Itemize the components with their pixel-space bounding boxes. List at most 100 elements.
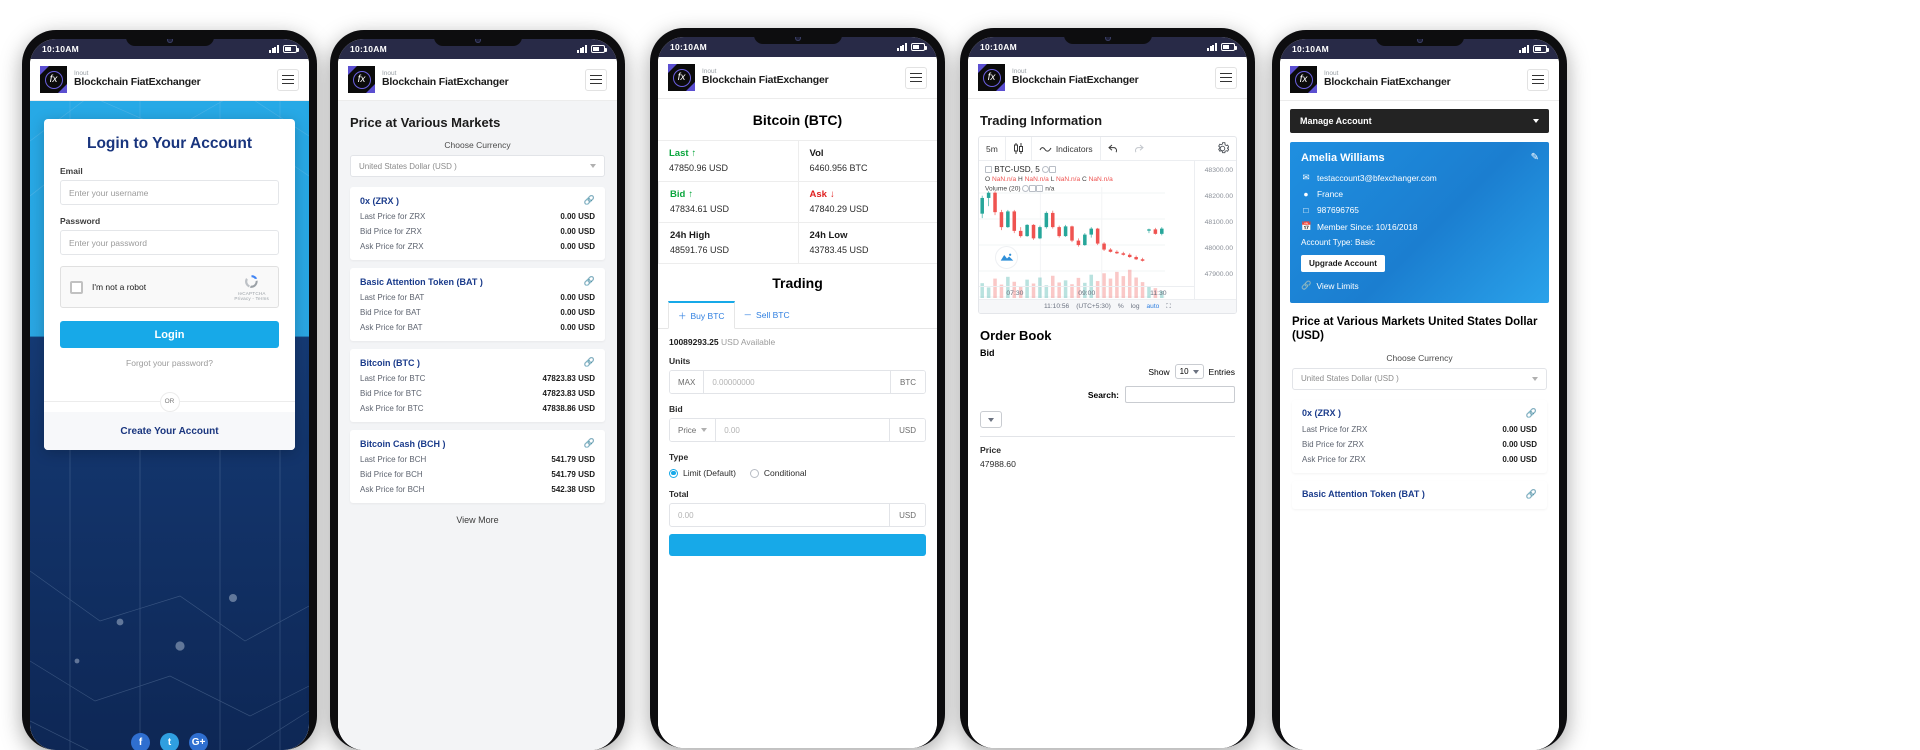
bid-input-group: Price 0.00 USD — [669, 418, 926, 442]
forgot-password-link[interactable]: Forgot your password? — [60, 358, 279, 368]
upgrade-account-button[interactable]: Upgrade Account — [1301, 255, 1385, 272]
market-card: 0x (ZRX ) 🔗 Last Price for ZRX 0.00 USD B… — [350, 187, 605, 260]
notch — [753, 37, 842, 44]
view-limits-link[interactable]: 🔗 View Limits — [1301, 280, 1538, 291]
y-tick: 47900.00 — [1204, 271, 1233, 278]
type-radio-group: Limit (Default) Conditional — [658, 466, 937, 486]
total-input[interactable]: 0.00 — [670, 504, 889, 526]
entries-count-select[interactable]: 10 — [1174, 364, 1204, 379]
hamburger-icon[interactable] — [585, 68, 607, 91]
close-icon[interactable] — [1036, 185, 1044, 192]
search-input[interactable] — [1125, 386, 1235, 403]
link-icon[interactable]: 🔗 — [584, 195, 595, 206]
status-bar: 10:10AM — [338, 39, 617, 59]
total-label: Total — [658, 486, 937, 503]
page-title: Price at Various Markets — [350, 115, 501, 130]
tab-buy-btc[interactable]: ＋ Buy BTC — [668, 301, 735, 329]
minus-icon: － — [743, 310, 753, 320]
eye-icon[interactable] — [1022, 185, 1030, 192]
redo-icon[interactable] — [1126, 137, 1151, 160]
google-plus-icon[interactable]: G+ — [189, 733, 208, 750]
market-row-label: Bid Price for BCH — [360, 470, 423, 479]
hamburger-icon[interactable] — [277, 68, 299, 91]
radio-conditional[interactable]: Conditional — [749, 468, 806, 478]
candlestick-icon[interactable] — [1006, 137, 1032, 160]
recaptcha-checkbox[interactable] — [70, 280, 83, 294]
bid-input[interactable]: 0.00 — [716, 419, 889, 441]
link-icon[interactable]: 🔗 — [584, 276, 595, 287]
status-time: 10:10AM — [980, 42, 1018, 52]
notch — [1063, 37, 1152, 44]
total-suffix: USD — [889, 504, 925, 526]
chart-settings-icon[interactable] — [1049, 166, 1057, 174]
radio-limit-default[interactable]: Limit (Default) — [669, 468, 736, 478]
phone-mockup-trading: 10:10AM fx Inout Blockchain FiatExchange… — [650, 28, 945, 748]
chart-log-toggle[interactable]: log — [1131, 303, 1140, 310]
edit-icon[interactable]: ✎ — [1531, 152, 1539, 163]
link-icon[interactable]: 🔗 — [1526, 489, 1537, 500]
submit-order-button[interactable] — [669, 534, 926, 556]
volume-settings-icon[interactable] — [1029, 185, 1037, 192]
collapse-icon[interactable] — [985, 166, 992, 174]
hamburger-icon[interactable] — [905, 66, 927, 89]
password-field[interactable]: Enter your password — [60, 230, 279, 255]
link-icon[interactable]: 🔗 — [584, 357, 595, 368]
market-row-value: 0.00 USD — [560, 293, 595, 302]
indicators-button[interactable]: Indicators — [1032, 137, 1101, 160]
ticker-key: Ask — [809, 189, 827, 200]
tab-sell-btc[interactable]: － Sell BTC — [735, 301, 799, 328]
order-book-dropdown[interactable] — [980, 411, 1002, 428]
undo-icon[interactable] — [1101, 137, 1126, 160]
bid-price-select[interactable]: Price — [670, 419, 717, 441]
chart-auto-toggle[interactable]: auto — [1147, 303, 1160, 310]
recaptcha-widget[interactable]: I'm not a robot reCAPTCHA Privacy - Term… — [60, 266, 279, 308]
market-row-value: 0.00 USD — [560, 242, 595, 251]
market-row-label: Bid Price for ZRX — [360, 227, 422, 236]
login-button[interactable]: Login — [60, 321, 279, 348]
units-max-button[interactable]: MAX — [670, 371, 705, 393]
hamburger-icon[interactable] — [1527, 68, 1549, 91]
notch — [1375, 39, 1464, 46]
units-input[interactable]: 0.00000000 — [704, 371, 890, 393]
signal-icon — [1519, 45, 1529, 53]
twitter-icon[interactable]: t — [160, 733, 179, 750]
currency-select[interactable]: United States Dollar (USD ) — [1292, 367, 1547, 390]
chart-canvas[interactable]: BTC-USD, 5 O NaN.n/a H NaN.n/a L NaN.n/a… — [979, 161, 1236, 313]
chart-interval-button[interactable]: 5m — [979, 137, 1006, 160]
view-more-link[interactable]: View More — [338, 511, 617, 525]
currency-select[interactable]: United States Dollar (USD ) — [350, 155, 605, 177]
link-icon[interactable]: 🔗 — [1526, 408, 1537, 419]
gear-icon[interactable] — [1209, 137, 1236, 160]
available-amount: 10089293.25 — [669, 337, 719, 347]
market-row-value: 541.79 USD — [551, 455, 595, 464]
logo-text: fx — [672, 68, 691, 87]
choose-currency-label: Choose Currency — [444, 140, 511, 150]
market-row-label: Ask Price for ZRX — [360, 242, 424, 251]
manage-account-dropdown[interactable]: Manage Account — [1290, 109, 1549, 133]
page-title: Login to Your Account — [86, 135, 253, 152]
markets-page: Price at Various Markets Choose Currency… — [338, 101, 617, 750]
chart-fullscreen-icon[interactable]: ⛶ — [1166, 303, 1171, 311]
chevron-down-icon — [1192, 369, 1199, 374]
market-row-value: 0.00 USD — [560, 212, 595, 221]
create-account-link[interactable]: Create Your Account — [120, 426, 218, 437]
envelope-icon: ✉ — [1302, 172, 1310, 182]
market-card-title: Basic Attention Token (BAT ) — [1302, 489, 1425, 500]
chart-symbol-label: BTC-USD, 5 — [994, 165, 1040, 174]
email-field[interactable]: Enter your username — [60, 180, 279, 205]
arrow-down-icon: ↓ — [829, 189, 835, 200]
status-time: 10:10AM — [350, 44, 388, 54]
chart-toolbar: 5m Indicators — [979, 137, 1236, 161]
entries-label: Entries — [1208, 366, 1235, 377]
chart-percent-toggle[interactable]: % — [1118, 303, 1124, 310]
bid-select-value: Price — [678, 425, 697, 435]
eye-icon[interactable] — [1042, 166, 1050, 174]
hamburger-icon[interactable] — [1215, 66, 1237, 89]
ticker-cell-ask: Ask ↓ 47840.29 USD — [797, 182, 937, 223]
facebook-icon[interactable]: f — [131, 733, 150, 750]
ticker-value: 47840.29 USD — [809, 204, 869, 214]
chart-y-axis: 48300.00 48200.00 48100.00 48000.00 4790… — [1194, 161, 1236, 313]
link-icon[interactable]: 🔗 — [584, 438, 595, 449]
ticker-value: 47834.61 USD — [670, 204, 730, 214]
x-tick: 07:30 — [1006, 289, 1024, 297]
